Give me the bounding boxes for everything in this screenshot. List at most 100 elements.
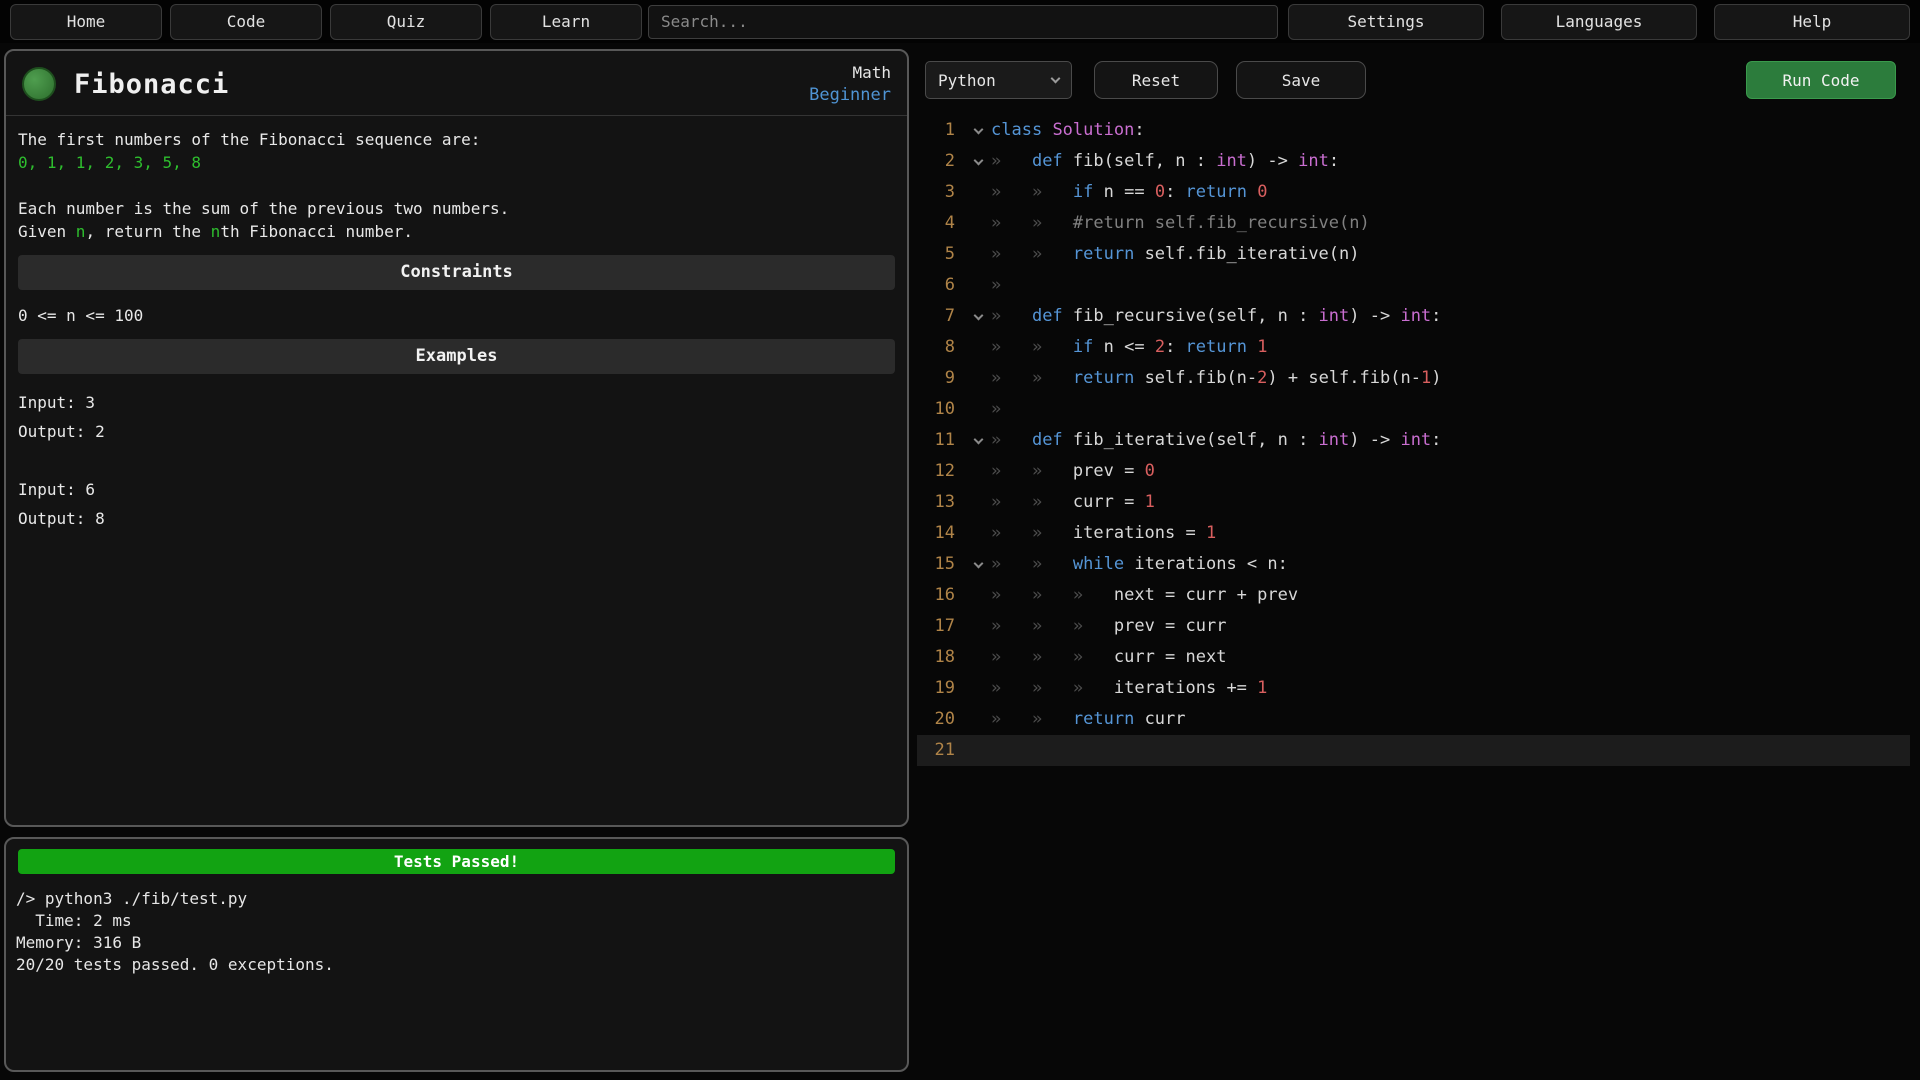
- problem-category: Math: [852, 63, 891, 82]
- code-line[interactable]: 5» » return self.fib_iterative(n): [917, 239, 1910, 270]
- code-line[interactable]: 17 » » » prev = curr: [917, 611, 1910, 642]
- language-select-value: Python: [938, 71, 996, 90]
- code-line[interactable]: 9» » return self.fib(n-2) + self.fib(n-1…: [917, 363, 1910, 394]
- problem-body: The first numbers of the Fibonacci seque…: [6, 116, 907, 574]
- code-line[interactable]: 7 » def fib_recursive(self, n : int) -> i…: [917, 301, 1910, 332]
- nav-settings-button[interactable]: Settings: [1288, 4, 1484, 40]
- given-text-mid: , return the: [85, 222, 210, 241]
- problem-description-line1: Each number is the sum of the previous t…: [18, 197, 895, 220]
- code-text: » » » iterations += 1: [991, 673, 1267, 704]
- line-number: 1: [917, 115, 965, 146]
- code-line[interactable]: 10»: [917, 394, 1910, 425]
- line-number: 2: [917, 146, 965, 177]
- editor-toolbar: Python Reset Save Run Code: [917, 49, 1910, 99]
- code-line[interactable]: 6»: [917, 270, 1910, 301]
- code-line[interactable]: 18 » » » curr = next: [917, 642, 1910, 673]
- fold-chevron-icon[interactable]: [965, 563, 991, 567]
- code-text: »: [991, 270, 1001, 301]
- code-text: » » return curr: [991, 704, 1186, 735]
- example-block: Input: 6 Output: 8: [18, 475, 895, 533]
- nav-quiz-button[interactable]: Quiz: [330, 4, 482, 40]
- line-number: 12: [917, 456, 965, 487]
- code-line[interactable]: 20» » return curr: [917, 704, 1910, 735]
- code-line[interactable]: 12 » » prev = 0: [917, 456, 1910, 487]
- example-block: Input: 3 Output: 2: [18, 388, 895, 446]
- code-text: »: [991, 394, 1001, 425]
- reset-button[interactable]: Reset: [1094, 61, 1218, 99]
- code-text: » » » prev = curr: [991, 611, 1226, 642]
- code-line[interactable]: 13 » » curr = 1: [917, 487, 1910, 518]
- line-number: 6: [917, 270, 965, 301]
- save-button[interactable]: Save: [1236, 61, 1366, 99]
- line-number: 4: [917, 208, 965, 239]
- terminal-line: Time: 2 ms: [16, 910, 897, 932]
- tests-panel: Tests Passed! /> python3 ./fib/test.py T…: [4, 837, 909, 1072]
- code-line[interactable]: 1 class Solution:: [917, 115, 1910, 146]
- code-lines: 1 class Solution: 2 » def fib(self, n : int…: [917, 115, 1910, 766]
- line-number: 14: [917, 518, 965, 549]
- code-line[interactable]: 3» » if n == 0: return 0: [917, 177, 1910, 208]
- line-number: 21: [917, 735, 965, 766]
- code-text: » » return self.fib_iterative(n): [991, 239, 1360, 270]
- nav-help-button[interactable]: Help: [1714, 4, 1910, 40]
- line-number: 16: [917, 580, 965, 611]
- example-input: Input: 6: [18, 475, 895, 504]
- code-text: » def fib(self, n : int) -> int:: [991, 146, 1339, 177]
- fold-chevron-icon[interactable]: [965, 160, 991, 164]
- code-line[interactable]: 19» » » iterations += 1: [917, 673, 1910, 704]
- search-input[interactable]: [648, 5, 1278, 39]
- code-text: » » curr = 1: [991, 487, 1155, 518]
- chevron-down-icon: [1051, 73, 1061, 83]
- run-code-button[interactable]: Run Code: [1746, 61, 1896, 99]
- fold-chevron-icon[interactable]: [965, 129, 991, 133]
- terminal-line: /> python3 ./fib/test.py: [16, 888, 897, 910]
- constraints-header: Constraints: [18, 255, 895, 290]
- given-text-after: th Fibonacci number.: [220, 222, 413, 241]
- code-line[interactable]: 21: [917, 735, 1910, 766]
- line-number: 15: [917, 549, 965, 580]
- fibonacci-sequence-text: 0, 1, 1, 2, 3, 5, 8: [18, 151, 895, 174]
- code-text: class Solution:: [991, 115, 1145, 146]
- left-column: Fibonacci Math Beginner The first number…: [4, 49, 909, 1072]
- nav-learn-button[interactable]: Learn: [490, 4, 642, 40]
- navbar: Home Code Quiz Learn Settings Languages …: [0, 0, 1920, 43]
- problem-status-icon: [22, 67, 56, 101]
- given-n-1: n: [76, 222, 86, 241]
- code-text: » def fib_recursive(self, n : int) -> in…: [991, 301, 1441, 332]
- code-line[interactable]: 4» » #return self.fib_recursive(n): [917, 208, 1910, 239]
- fold-chevron-icon[interactable]: [965, 439, 991, 443]
- nav-languages-button[interactable]: Languages: [1501, 4, 1697, 40]
- nav-code-button[interactable]: Code: [170, 4, 322, 40]
- problem-description-block: Each number is the sum of the previous t…: [18, 197, 895, 243]
- code-line[interactable]: 15 » » while iterations < n:: [917, 549, 1910, 580]
- problem-difficulty-link[interactable]: Beginner: [809, 85, 891, 105]
- code-line[interactable]: 11» def fib_iterative(self, n : int) -> …: [917, 425, 1910, 456]
- line-number: 13: [917, 487, 965, 518]
- line-number: 18: [917, 642, 965, 673]
- code-line[interactable]: 16» » » next = curr + prev: [917, 580, 1910, 611]
- example-output: Output: 8: [18, 504, 895, 533]
- problem-intro-text: The first numbers of the Fibonacci seque…: [18, 128, 895, 151]
- code-text: » » » curr = next: [991, 642, 1226, 673]
- line-number: 9: [917, 363, 965, 394]
- code-line[interactable]: 2 » def fib(self, n : int) -> int:: [917, 146, 1910, 177]
- code-line[interactable]: 8» » if n <= 2: return 1: [917, 332, 1910, 363]
- line-number: 17: [917, 611, 965, 642]
- problem-meta: Math Beginner: [809, 63, 891, 105]
- code-text: » » while iterations < n:: [991, 549, 1288, 580]
- code-line[interactable]: 14» » iterations = 1: [917, 518, 1910, 549]
- nav-home-button[interactable]: Home: [10, 4, 162, 40]
- language-select[interactable]: Python: [925, 61, 1072, 99]
- fold-chevron-icon[interactable]: [965, 315, 991, 319]
- terminal-line: 20/20 tests passed. 0 exceptions.: [16, 954, 897, 976]
- code-text: » » prev = 0: [991, 456, 1155, 487]
- problem-description-line2: Given n, return the nth Fibonacci number…: [18, 220, 895, 243]
- line-number: 11: [917, 425, 965, 456]
- code-editor[interactable]: 1 class Solution: 2 » def fib(self, n : int…: [917, 115, 1910, 1072]
- examples-header: Examples: [18, 339, 895, 374]
- code-text: » » if n == 0: return 0: [991, 177, 1267, 208]
- line-number: 7: [917, 301, 965, 332]
- example-input: Input: 3: [18, 388, 895, 417]
- terminal-output: /> python3 ./fib/test.py Time: 2 msMemor…: [16, 888, 897, 976]
- line-number: 8: [917, 332, 965, 363]
